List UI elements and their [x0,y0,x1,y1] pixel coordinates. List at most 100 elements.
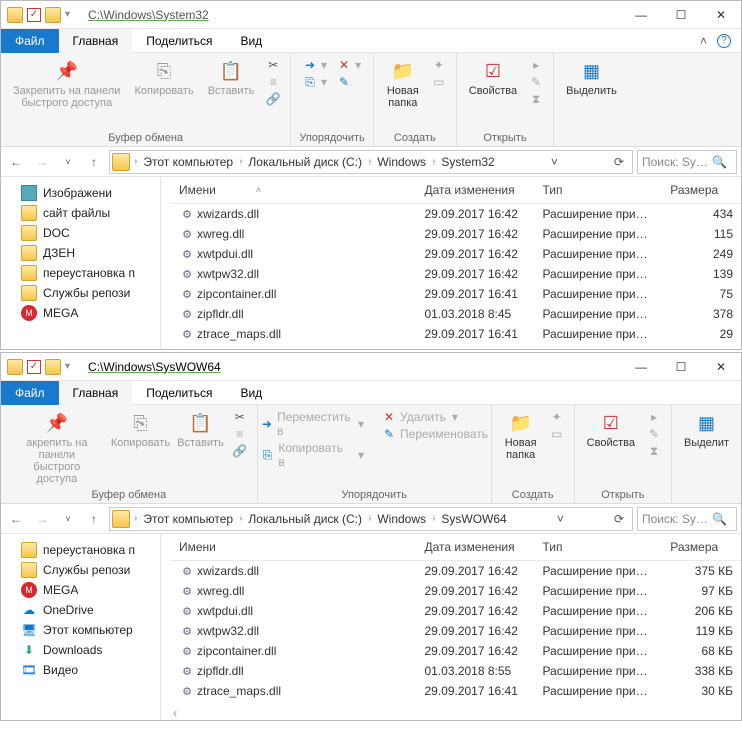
close-button[interactable]: ✕ [701,353,741,381]
col-size[interactable]: Размера [662,181,741,199]
paste-shortcut-button[interactable] [264,91,282,107]
refresh-button[interactable]: ⟳ [608,155,630,169]
paste-button[interactable]: Вставить [204,57,259,99]
delete-button[interactable]: Удалить▾ [380,409,490,425]
select-button[interactable]: Выделить [562,57,621,99]
up-button[interactable]: ↑ [83,508,105,530]
back-button[interactable]: ← [5,508,27,530]
cut-button[interactable] [231,409,249,425]
easy-access-button[interactable] [548,426,566,442]
tab-home[interactable]: Главная [59,29,133,53]
file-row[interactable]: zipfldr.dll01.03.2018 8:45Расширение при… [171,304,741,324]
file-row[interactable]: zipcontainer.dll29.09.2017 16:42Расширен… [171,641,741,661]
search-input[interactable]: Поиск: Sy…🔍 [637,150,737,174]
copy-to-button[interactable]: ▾ [301,74,329,90]
horizontal-scrollbar[interactable]: ‹ [161,706,741,720]
col-date[interactable]: Дата изменения [416,538,534,556]
breadcrumb-bar[interactable]: › Этот компьютер› Локальный диск (C:)› W… [109,150,633,174]
col-name[interactable]: Имени ˄ [171,181,416,199]
tab-share[interactable]: Поделиться [132,29,226,53]
maximize-button[interactable]: ☐ [661,1,701,29]
file-row[interactable]: zipfldr.dll01.03.2018 8:55Расширение при… [171,661,741,681]
file-row[interactable]: xwreg.dll29.09.2017 16:42Расширение при…… [171,224,741,244]
breadcrumb-item[interactable]: Windows [371,155,432,169]
breadcrumb-item[interactable]: Локальный диск (C:) [242,155,368,169]
qat-newfolder-icon[interactable] [45,7,61,23]
file-row[interactable]: xwtpdui.dll29.09.2017 16:42Расширение пр… [171,244,741,264]
navigation-tree[interactable]: Изображенисайт файлыDOCДЗЕНпереустановка… [1,177,161,349]
tab-view[interactable]: Вид [226,29,276,53]
navigation-tree[interactable]: переустановка пСлужбы репозиMMEGA☁OneDri… [1,534,161,720]
up-button[interactable]: ↑ [83,151,105,173]
tree-item[interactable]: MMEGA [1,303,160,323]
tree-item[interactable]: 🎞Видео [1,660,160,680]
edit-button[interactable] [645,426,663,442]
new-folder-button[interactable]: Новая папка [382,57,424,111]
address-dropdown-icon[interactable]: ˅ [545,155,564,169]
breadcrumb-item[interactable]: Этот компьютер [137,512,239,526]
paste-button[interactable]: Вставить [176,409,225,451]
file-row[interactable]: xwtpw32.dll29.09.2017 16:42Расширение пр… [171,621,741,641]
refresh-button[interactable]: ⟳ [608,512,630,526]
tree-item[interactable]: переустановка п [1,263,160,283]
tree-item[interactable]: Службы репози [1,283,160,303]
delete-button[interactable]: ▾ [335,57,363,73]
collapse-ribbon-icon[interactable]: ˄ [700,34,707,48]
new-folder-button[interactable]: Новая папка [500,409,542,463]
tree-item[interactable]: переустановка п [1,540,160,560]
pin-button[interactable]: Закрепить на панели быстрого доступа [9,57,124,111]
move-to-button[interactable]: ▾ [301,57,329,73]
column-headers[interactable]: Имени ˄ Дата изменения Тип Размера [171,177,741,204]
open-button[interactable] [645,409,663,425]
rename-button[interactable]: Переименовать [380,426,490,442]
tab-share[interactable]: Поделиться [132,381,226,405]
file-row[interactable]: xwizards.dll29.09.2017 16:42Расширение п… [171,204,741,224]
history-button[interactable] [645,443,663,459]
tree-item[interactable]: сайт файлы [1,203,160,223]
qat-properties-icon[interactable]: ✓ [27,8,41,22]
column-headers[interactable]: Имени Дата изменения Тип Размера [171,534,741,561]
forward-button[interactable]: → [31,151,53,173]
help-icon[interactable]: ? [717,34,731,48]
tree-item[interactable]: 🖥Этот компьютер [1,620,160,640]
file-row[interactable]: ztrace_maps.dll29.09.2017 16:41Расширени… [171,681,741,701]
edit-button[interactable] [527,74,545,90]
col-name[interactable]: Имени [171,538,416,556]
breadcrumb-item[interactable]: System32 [435,155,500,169]
tree-item[interactable]: DOC [1,223,160,243]
copy-button[interactable]: Копировать [111,409,171,451]
properties-button[interactable]: Свойства [465,57,521,99]
file-row[interactable]: ztrace_maps.dll29.09.2017 16:41Расширени… [171,324,741,344]
recent-dropdown[interactable]: ˅ [57,508,79,530]
new-item-button[interactable] [430,57,448,73]
qat-properties-icon[interactable]: ✓ [27,360,41,374]
move-to-button[interactable]: Переместить в▾ [258,409,366,439]
properties-button[interactable]: Свойства [583,409,639,451]
tree-item[interactable]: MMEGA [1,580,160,600]
col-type[interactable]: Тип [534,538,662,556]
titlebar[interactable]: ✓ ▾ C:\Windows\System32 — ☐ ✕ [1,1,741,29]
cut-button[interactable] [264,57,282,73]
qat-newfolder-icon[interactable] [45,359,61,375]
address-dropdown-icon[interactable]: ˅ [551,512,570,526]
maximize-button[interactable]: ☐ [661,353,701,381]
recent-dropdown[interactable]: ˅ [57,151,79,173]
rename-button[interactable] [335,74,363,90]
copy-button[interactable]: Копировать [130,57,197,99]
tree-item[interactable]: Службы репози [1,560,160,580]
tab-view[interactable]: Вид [226,381,276,405]
col-size[interactable]: Размера [662,538,741,556]
breadcrumb-bar[interactable]: › Этот компьютер› Локальный диск (C:)› W… [109,507,633,531]
file-row[interactable]: xwtpw32.dll29.09.2017 16:42Расширение пр… [171,264,741,284]
select-button[interactable]: Выделит [680,409,733,451]
file-row[interactable]: zipcontainer.dll29.09.2017 16:41Расширен… [171,284,741,304]
back-button[interactable]: ← [5,151,27,173]
qat-dropdown-icon[interactable]: ▾ [65,9,70,20]
copy-to-button[interactable]: Копировать в▾ [258,440,366,470]
col-type[interactable]: Тип [534,181,662,199]
col-date[interactable]: Дата изменения [416,181,534,199]
forward-button[interactable]: → [31,508,53,530]
copy-path-button[interactable] [264,74,282,90]
breadcrumb-item[interactable]: Этот компьютер [137,155,239,169]
qat-dropdown-icon[interactable]: ▾ [65,361,70,372]
